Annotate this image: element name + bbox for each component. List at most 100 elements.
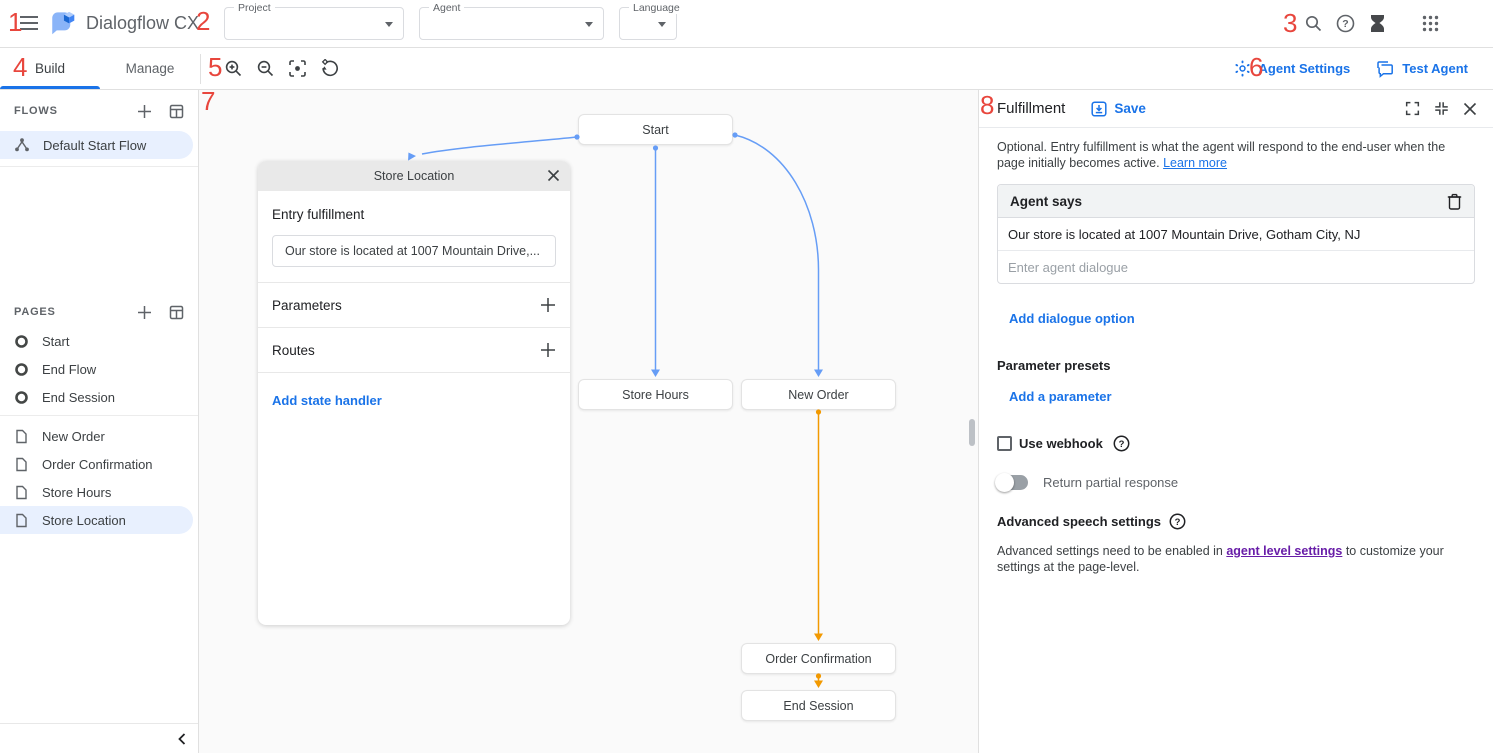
add-dialogue-option-button[interactable]: Add dialogue option <box>1009 311 1135 326</box>
chevron-down-icon <box>585 22 593 27</box>
agent-says-message[interactable]: Our store is located at 1007 Mountain Dr… <box>998 218 1474 251</box>
routes-row: Routes <box>258 328 570 373</box>
entry-fulfillment-textbox[interactable]: Our store is located at 1007 Mountain Dr… <box>272 235 556 267</box>
sidebar-item-store-hours[interactable]: Store Hours <box>0 478 198 506</box>
project-select-label: Project <box>234 2 275 14</box>
page-item-label: Start <box>42 334 69 349</box>
return-partial-response-row: Return partial response <box>997 475 1475 490</box>
node-start[interactable]: Start <box>578 114 733 145</box>
test-agent-button[interactable]: Test Agent <box>1376 60 1468 78</box>
flow-canvas[interactable]: Start Store Hours New Order Order Confir… <box>199 90 979 753</box>
page-file-icon <box>14 485 29 500</box>
svg-text:?: ? <box>1118 439 1124 450</box>
advanced-settings-note: Advanced settings need to be enabled in … <box>997 543 1471 575</box>
close-panel-icon[interactable] <box>1463 102 1477 116</box>
search-icon[interactable] <box>1304 14 1323 38</box>
page-state-icon <box>14 334 29 349</box>
dialogflow-cx-app: Dialogflow CX Project Agent Language ? <box>0 0 1493 753</box>
reset-view-icon[interactable] <box>320 59 339 83</box>
page-item-label: Store Hours <box>42 485 111 500</box>
add-a-parameter-button[interactable]: Add a parameter <box>1009 389 1112 404</box>
zoom-out-icon[interactable] <box>256 59 275 83</box>
page-file-icon <box>14 457 29 472</box>
node-end-session[interactable]: End Session <box>741 690 896 721</box>
webhook-help-icon[interactable]: ? <box>1113 435 1130 452</box>
dialogflow-logo-icon <box>50 9 77 41</box>
menu-icon[interactable] <box>20 16 38 30</box>
pages-list-view-icon[interactable] <box>169 305 184 320</box>
add-page-icon[interactable] <box>137 305 152 320</box>
advanced-speech-help-icon[interactable]: ? <box>1169 513 1186 530</box>
sidebar-item-default-start-flow[interactable]: Default Start Flow <box>0 131 193 159</box>
hourglass-icon[interactable] <box>1369 14 1386 38</box>
store-location-panel: Store Location Entry fulfillment Our sto… <box>258 161 570 625</box>
learn-more-link[interactable]: Learn more <box>1163 156 1227 170</box>
agent-level-settings-link[interactable]: agent level settings <box>1226 544 1342 558</box>
parameters-label: Parameters <box>272 298 342 313</box>
zoom-in-icon[interactable] <box>224 59 243 83</box>
node-label: End Session <box>783 699 853 713</box>
collapse-sidebar-icon[interactable] <box>176 732 188 746</box>
fulfillment-header: Fulfillment Save <box>979 90 1493 128</box>
note-text: Advanced settings need to be enabled in <box>997 544 1226 558</box>
fullscreen-icon[interactable] <box>1405 101 1420 116</box>
sidebar-item-end-flow[interactable]: End Flow <box>0 355 198 383</box>
flows-header: FLOWS <box>14 105 137 117</box>
delete-icon[interactable] <box>1447 193 1462 210</box>
return-partial-response-toggle[interactable] <box>997 475 1028 490</box>
flows-list-view-icon[interactable] <box>169 104 184 119</box>
test-agent-label: Test Agent <box>1402 61 1468 76</box>
save-button[interactable]: Save <box>1091 101 1146 117</box>
sidebar-item-start[interactable]: Start <box>0 327 198 355</box>
pages-header: PAGES <box>14 306 137 318</box>
page-item-label: End Session <box>42 390 115 405</box>
agent-dialogue-input[interactable] <box>998 251 1474 283</box>
tab-build-label: Build <box>35 61 65 76</box>
project-select[interactable]: Project <box>224 7 404 40</box>
use-webhook-checkbox[interactable] <box>997 436 1012 451</box>
flow-toolbar: Build Manage <box>0 48 1493 90</box>
node-order-confirmation[interactable]: Order Confirmation <box>741 643 896 674</box>
sidebar-item-order-confirmation[interactable]: Order Confirmation <box>0 450 198 478</box>
page-item-label: New Order <box>42 429 105 444</box>
help-icon[interactable]: ? <box>1336 14 1355 38</box>
add-flow-icon[interactable] <box>137 104 152 119</box>
node-label: New Order <box>788 388 848 402</box>
center-focus-icon[interactable] <box>288 59 307 83</box>
panel-drag-handle[interactable] <box>969 419 975 446</box>
page-state-icon <box>14 362 29 377</box>
chevron-down-icon <box>385 22 393 27</box>
page-item-label: Order Confirmation <box>42 457 153 472</box>
add-state-handler-button[interactable]: Add state handler <box>272 393 382 408</box>
language-select[interactable]: Language <box>619 7 677 40</box>
agent-settings-button[interactable]: Agent Settings <box>1234 60 1351 77</box>
gear-icon <box>1234 60 1251 77</box>
fulfillment-panel: Fulfillment Save Optio <box>979 90 1493 753</box>
routes-label: Routes <box>272 343 315 358</box>
sidebar-item-new-order[interactable]: New Order <box>0 422 198 450</box>
add-route-icon[interactable] <box>540 342 556 358</box>
sidebar-item-store-location[interactable]: Store Location <box>0 506 193 534</box>
product-title: Dialogflow CX <box>86 13 199 34</box>
sidebar-item-end-session[interactable]: End Session <box>0 383 198 411</box>
panel-title: Store Location <box>374 169 455 183</box>
advanced-speech-settings-row: Advanced speech settings ? <box>997 513 1475 530</box>
page-file-icon <box>14 513 29 528</box>
node-store-hours[interactable]: Store Hours <box>578 379 733 410</box>
parameters-row: Parameters <box>258 283 570 328</box>
store-location-panel-header[interactable]: Store Location <box>258 161 570 191</box>
agent-select[interactable]: Agent <box>419 7 604 40</box>
fullscreen-exit-icon[interactable] <box>1434 101 1449 116</box>
flow-item-label: Default Start Flow <box>43 138 146 153</box>
agent-select-label: Agent <box>429 2 464 14</box>
node-new-order[interactable]: New Order <box>741 379 896 410</box>
use-webhook-label: Use webhook <box>1019 436 1103 451</box>
tab-manage[interactable]: Manage <box>100 48 200 89</box>
sidebar: FLOWS Default Start Flow PAGES <box>0 90 199 753</box>
close-icon[interactable] <box>547 169 560 182</box>
tab-build[interactable]: Build <box>0 48 100 89</box>
chat-icon <box>1376 60 1394 78</box>
apps-grid-icon[interactable] <box>1421 14 1440 38</box>
add-parameter-icon[interactable] <box>540 297 556 313</box>
toolbar-divider <box>200 54 201 84</box>
